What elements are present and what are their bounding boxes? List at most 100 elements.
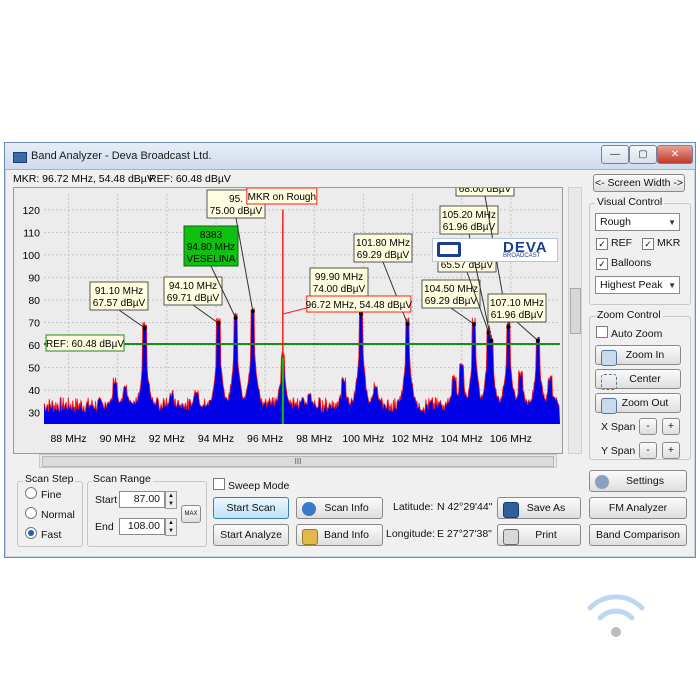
auto-zoom-checkbox[interactable]: Auto Zoom: [596, 326, 662, 340]
balloon-pointer: [382, 261, 409, 325]
balloon-label: 95.: [229, 194, 243, 205]
balloon-label: 69.71 dBµV: [167, 293, 220, 304]
balloon-label: 74.00 dBµV: [313, 284, 366, 295]
checkbox-icon: [596, 326, 608, 338]
y-span-minus-button[interactable]: -: [639, 442, 657, 459]
end-frequency-input[interactable]: 108.00: [119, 518, 165, 535]
band-info-button[interactable]: Band Info: [296, 524, 383, 546]
chevron-down-icon: ▼: [668, 218, 676, 227]
zoom-control-title: Zoom Control: [595, 309, 663, 321]
y-tick-label: 60: [28, 340, 40, 352]
maximize-button[interactable]: ▢: [629, 145, 657, 164]
x-tick-label: 96 MHz: [247, 433, 283, 445]
balloon-label: 99.90 MHz: [315, 272, 363, 283]
start-spinner[interactable]: ▲ ▼: [165, 491, 177, 509]
scan-info-button[interactable]: Scan Info: [296, 497, 383, 519]
zoom-in-icon: [601, 350, 617, 366]
balloon-label: 67.57 dBµV: [93, 298, 146, 309]
scan-step-normal-radio[interactable]: Normal: [25, 507, 75, 521]
balloons-checkbox[interactable]: ✓ Balloons: [596, 257, 651, 270]
start-frequency-input[interactable]: 87.00: [119, 491, 165, 508]
x-span-label: X Span: [601, 421, 636, 433]
y-span-plus-button[interactable]: +: [662, 442, 680, 459]
x-tick-label: 100 MHz: [342, 433, 384, 445]
close-button[interactable]: ✕: [657, 145, 693, 164]
longitude-value: E 27°27'38": [437, 528, 492, 540]
start-scan-button[interactable]: Start Scan: [213, 497, 289, 519]
y-tick-label: 120: [22, 205, 40, 217]
x-tick-label: 88 MHz: [50, 433, 86, 445]
balloon-label: VESELINA: [187, 254, 236, 265]
x-span-plus-button[interactable]: +: [662, 418, 680, 435]
balloon-label: 61.96 dBµV: [443, 222, 496, 233]
scan-step-fast-radio[interactable]: Fast: [25, 527, 61, 541]
check-icon: ✓: [596, 238, 608, 250]
peak-dot: [472, 322, 476, 327]
center-button[interactable]: Center: [595, 369, 681, 390]
radio-icon: [25, 487, 37, 499]
sweep-mode-checkbox[interactable]: Sweep Mode: [213, 478, 289, 492]
spectrum-chart: 30 40 50 60 70 80 90 100 110 120 88 MHz 90 MHz 92 MH…: [22, 188, 560, 445]
zoom-out-button[interactable]: Zoom Out: [595, 393, 681, 414]
x-tick-label: 104 MHz: [441, 433, 483, 445]
settings-button[interactable]: Settings: [589, 470, 687, 492]
minimize-button[interactable]: —: [601, 145, 629, 164]
spectrum-plot[interactable]: 30 40 50 60 70 80 90 100 110 120 88 MHz 90 MHz 92 MH…: [13, 187, 563, 454]
latitude-label: Latitude:: [393, 501, 434, 513]
mkr-checkbox[interactable]: ✓ MKR: [642, 237, 680, 250]
save-as-button[interactable]: Save As: [497, 497, 581, 519]
scan-step-title: Scan Step: [23, 473, 76, 485]
radio-selected-icon: [25, 527, 37, 539]
mode-select[interactable]: Rough ▼: [595, 213, 680, 231]
check-icon: ✓: [596, 258, 608, 270]
title-bar[interactable]: Band Analyzer - Deva Broadcast Ltd. — ▢ …: [5, 143, 695, 170]
sweep-mode-label: Sweep Mode: [228, 480, 290, 492]
band-comparison-button[interactable]: Band Comparison: [589, 524, 687, 546]
balloon-label: 107.10 MHz: [490, 298, 544, 309]
horizontal-scroll-thumb[interactable]: III: [42, 456, 554, 467]
peak-dot: [233, 316, 238, 321]
balloons-checkbox-label: Balloons: [611, 257, 652, 269]
auto-zoom-label: Auto Zoom: [611, 328, 663, 340]
print-button[interactable]: Print: [497, 524, 581, 546]
balloon-label: 94.10 MHz: [169, 281, 217, 292]
horizontal-scrollbar[interactable]: III: [39, 454, 557, 468]
ref-checkbox[interactable]: ✓ REF: [596, 237, 632, 250]
balloon-label: 68.00 dBµV: [459, 188, 512, 195]
x-span-minus-button[interactable]: -: [639, 418, 657, 435]
vertical-scroll-thumb[interactable]: [570, 288, 581, 334]
logo-mark-icon: [437, 242, 461, 257]
y-tick-label: 100: [22, 250, 40, 262]
peak-mode-select[interactable]: Highest Peak ▼: [595, 276, 680, 294]
balloon-label: 91.10 MHz: [95, 286, 143, 297]
balloon-label: 61.96 dBµV: [491, 310, 544, 321]
y-tick-label: 50: [28, 363, 40, 375]
zoom-in-button[interactable]: Zoom In: [595, 345, 681, 366]
x-tick-label: 94 MHz: [198, 433, 234, 445]
start-analyze-button[interactable]: Start Analyze: [213, 524, 289, 546]
fm-analyzer-button[interactable]: FM Analyzer: [589, 497, 687, 519]
end-label: End: [95, 521, 114, 533]
vertical-scrollbar[interactable]: [568, 187, 582, 454]
balloon-label: 75.00 dBµV: [210, 206, 263, 217]
screen-width-button[interactable]: <- Screen Width ->: [593, 174, 685, 192]
zoom-out-icon: [601, 398, 617, 414]
end-spinner[interactable]: ▲ ▼: [165, 518, 177, 536]
marker-pointer: [282, 307, 307, 315]
balloon-label: 101.80 MHz: [356, 238, 410, 249]
scan-step-fine-radio[interactable]: Fine: [25, 487, 61, 501]
balloon-label: 96.72 MHz, 54.48 dBµV: [306, 300, 413, 311]
x-tick-label: 92 MHz: [149, 433, 185, 445]
spectrum-fill: [44, 307, 560, 424]
save-icon: [503, 502, 519, 518]
balloon-label: MKR on Rough: [248, 192, 316, 203]
balloon-label: 69.29 dBµV: [357, 250, 410, 261]
deva-logo: DEVA BROADCAST: [432, 238, 558, 262]
y-tick-label: 90: [28, 272, 40, 284]
y-span-label: Y Span: [601, 445, 636, 457]
ref-readout: REF: 60.48 dBµV: [149, 173, 231, 185]
x-tick-label: 90 MHz: [100, 433, 136, 445]
y-tick-label: 40: [28, 385, 40, 397]
app-icon: [13, 152, 27, 163]
max-range-button[interactable]: MAX: [181, 505, 201, 523]
